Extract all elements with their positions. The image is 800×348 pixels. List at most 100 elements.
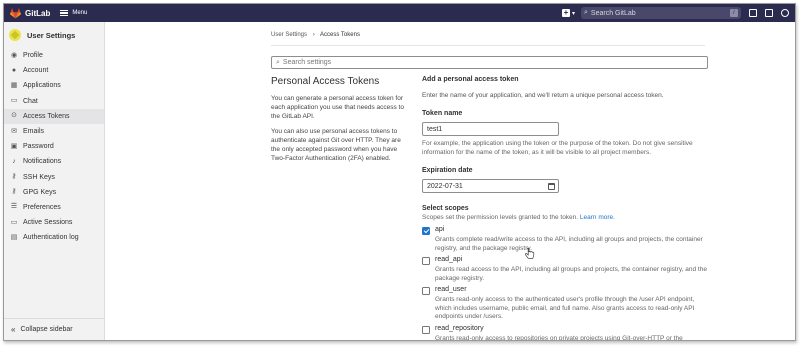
sidebar-item-authentication-log[interactable]: ▤ Authentication log <box>4 230 104 245</box>
sidebar-item-access-tokens[interactable]: ⊙ Access Tokens <box>4 108 104 124</box>
main-menu-button[interactable]: Menu <box>60 10 87 16</box>
sidebar-item-label: Preferences <box>23 203 61 211</box>
applications-icon: ▦ <box>10 81 18 89</box>
key-icon: ⚷ <box>11 173 17 181</box>
scope-checkbox[interactable] <box>422 227 430 235</box>
merge-requests-icon[interactable] <box>765 9 773 17</box>
sidebar-item-label: Access Tokens <box>23 112 70 120</box>
sidebar-item-label: Authentication log <box>23 234 79 242</box>
help-icon[interactable] <box>781 9 789 17</box>
intro-paragraph-2: You can also use personal access tokens … <box>271 128 401 162</box>
gitlab-logo[interactable]: GitLab <box>10 7 51 19</box>
mail-icon: ✉ <box>11 127 17 135</box>
token-icon: ⊙ <box>11 112 17 120</box>
search-icon: ⌕ <box>276 58 280 66</box>
new-item-dropdown[interactable]: + ▾ <box>561 8 575 17</box>
learn-more-link[interactable]: Learn more. <box>580 214 615 221</box>
lock-icon: ▣ <box>10 142 18 150</box>
breadcrumb: User Settings › Access Tokens <box>271 32 360 38</box>
sidebar-title: User Settings <box>27 30 76 40</box>
sidebar-header[interactable]: User Settings <box>4 22 104 48</box>
scopes-help: Scopes set the permission levels granted… <box>422 213 712 222</box>
sidebar-item-profile[interactable]: ◉ Profile <box>4 48 104 63</box>
browser-frame: GitLab Menu + ▾ ⌕ Search GitLab / User S… <box>3 3 796 341</box>
scope-description: Grants complete read/write access to the… <box>435 236 703 252</box>
scope-description: Grants read-only access to the authentic… <box>435 296 695 320</box>
gitlab-fox-icon <box>10 7 21 18</box>
plus-icon: + <box>561 8 570 17</box>
key-icon: ⚷ <box>11 188 17 196</box>
settings-search-placeholder: Search settings <box>282 59 332 66</box>
bell-icon: ♪ <box>12 157 16 165</box>
scope-description: Grants read-only access to repositories … <box>435 334 683 341</box>
form-section-description: Enter the name of your application, and … <box>422 92 664 99</box>
expiration-date-input[interactable]: 2022-07-31 <box>422 179 559 193</box>
sidebar-item-emails[interactable]: ✉ Emails <box>4 124 104 139</box>
scope-description: Grants read access to the API, including… <box>435 266 707 282</box>
sidebar-item-ssh-keys[interactable]: ⚷ SSH Keys <box>4 170 104 185</box>
sidebar-item-label: Password <box>23 143 54 151</box>
chat-icon: ▭ <box>10 97 18 105</box>
sidebar-nav: ◉ Profile ● Account ▦ Applications ▭ Chat ⊙ Acces… <box>4 48 104 245</box>
sidebar-item-label: Profile <box>23 52 43 60</box>
sidebar-item-active-sessions[interactable]: ▭ Active Sessions <box>4 215 104 230</box>
token-name-input[interactable]: test1 <box>422 122 559 136</box>
scope-option-read-user: read_user Grants read-only access to the … <box>422 286 712 322</box>
token-name-label: Token name <box>422 110 463 117</box>
token-name-value: test1 <box>427 125 443 133</box>
scope-option-read-repository: read_repository Grants read-only access t… <box>422 325 712 341</box>
calendar-icon[interactable] <box>548 182 555 190</box>
profile-icon: ◉ <box>10 51 18 59</box>
hand-pointer-icon <box>525 248 535 259</box>
monitor-icon: ▭ <box>10 218 18 226</box>
issues-icon[interactable] <box>749 9 757 17</box>
sidebar-item-applications[interactable]: ▦ Applications <box>4 78 104 93</box>
preferences-icon: ☰ <box>10 203 18 211</box>
sidebar-item-label: Applications <box>23 82 61 90</box>
breadcrumb-divider <box>271 45 705 46</box>
expiration-date-value: 2022-07-31 <box>427 182 463 190</box>
sidebar-item-notifications[interactable]: ♪ Notifications <box>4 154 104 169</box>
scope-option-api: api Grants complete read/write access to … <box>422 226 712 253</box>
scope-name[interactable]: read_api <box>435 256 462 263</box>
sidebar-item-gpg-keys[interactable]: ⚷ GPG Keys <box>4 185 104 200</box>
breadcrumb-current: Access Tokens <box>320 32 360 38</box>
user-avatar <box>9 29 21 41</box>
sidebar-item-preferences[interactable]: ☰ Preferences <box>4 200 104 215</box>
collapse-sidebar-button[interactable]: « Collapse sidebar <box>4 318 104 340</box>
menu-label: Menu <box>72 10 88 16</box>
double-chevron-left-icon: « <box>11 325 16 334</box>
sidebar-item-label: Active Sessions <box>23 219 73 227</box>
scope-name[interactable]: read_repository <box>435 325 484 332</box>
scope-checkbox[interactable] <box>422 287 430 295</box>
page-title: Personal Access Tokens <box>271 76 380 87</box>
scope-checkbox[interactable] <box>422 325 430 334</box>
settings-search-input[interactable]: ⌕ Search settings <box>271 56 708 69</box>
scope-checkbox[interactable] <box>422 257 430 265</box>
expiration-date-label: Expiration date <box>422 167 473 174</box>
sidebar-item-label: Chat <box>23 97 38 105</box>
breadcrumb-parent-link[interactable]: User Settings <box>271 32 307 38</box>
global-search-input[interactable]: ⌕ Search GitLab / <box>581 7 741 19</box>
collapse-label: Collapse sidebar <box>20 326 73 333</box>
sidebar-item-password[interactable]: ▣ Password <box>4 139 104 154</box>
intro-paragraph-1: You can generate a personal access token… <box>271 95 404 120</box>
account-icon: ● <box>11 66 17 74</box>
scope-name[interactable]: read_user <box>435 286 467 293</box>
sidebar-item-label: SSH Keys <box>23 173 55 181</box>
intro-column: Personal Access Tokens You can generate … <box>271 76 411 169</box>
search-icon: ⌕ <box>584 9 588 16</box>
sidebar-item-account[interactable]: ● Account <box>4 63 104 78</box>
hamburger-icon <box>60 10 69 16</box>
sidebar-item-label: Emails <box>23 128 45 136</box>
topbar-actions: + ▾ ⌕ Search GitLab / <box>561 7 789 19</box>
sidebar-item-chat[interactable]: ▭ Chat <box>4 94 104 109</box>
token-form: Add a personal access token Enter the na… <box>422 76 712 341</box>
sidebar-item-label: Notifications <box>23 158 62 166</box>
main-content: User Settings › Access Tokens ⌕ Search s… <box>105 22 795 340</box>
scope-name[interactable]: api <box>435 226 444 233</box>
breadcrumb-separator-icon: › <box>312 32 315 38</box>
brand-name: GitLab <box>25 8 51 18</box>
chevron-down-icon: ▾ <box>571 10 575 17</box>
global-search-placeholder: Search GitLab <box>590 9 636 17</box>
